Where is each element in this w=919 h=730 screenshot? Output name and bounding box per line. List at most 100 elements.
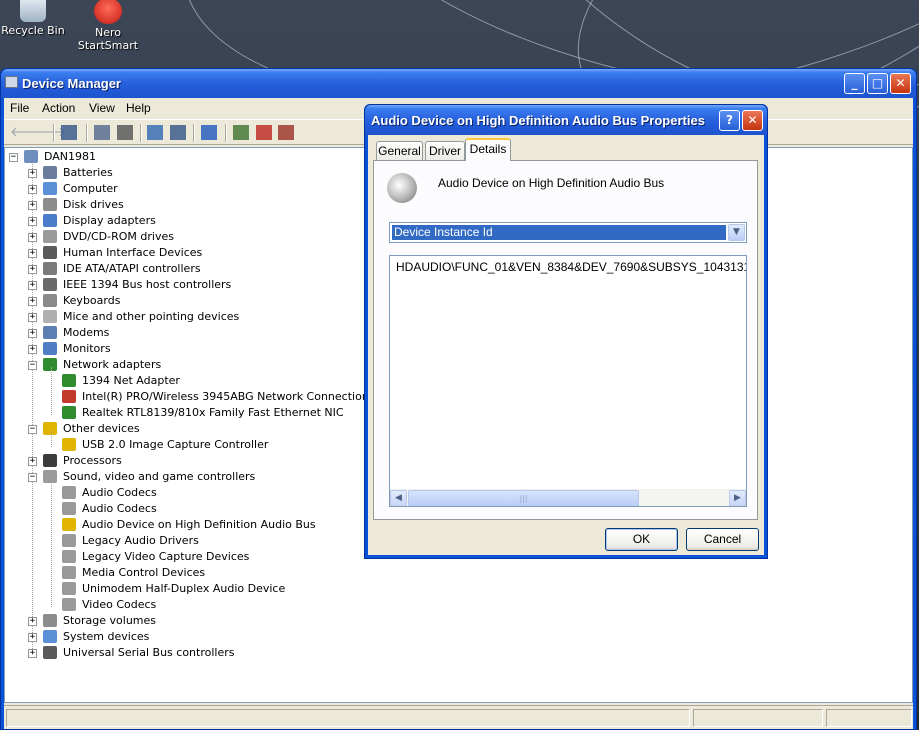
desktop-icon-label: Recycle Bin — [1, 24, 65, 37]
expand-icon[interactable]: + — [28, 265, 37, 274]
tree-item-label: Realtek RTL8139/810x Family Fast Etherne… — [82, 406, 344, 419]
speaker-icon — [62, 534, 76, 547]
status-cell — [826, 709, 912, 727]
expand-icon[interactable]: + — [28, 201, 37, 210]
expand-icon[interactable]: + — [28, 169, 37, 178]
status-bar — [4, 705, 913, 729]
tree-item[interactable]: + Universal Serial Bus controllers — [5, 645, 912, 661]
expand-icon[interactable]: + — [28, 617, 37, 626]
monitor-icon — [43, 342, 57, 355]
horizontal-scrollbar[interactable]: ◀ ||| ▶ — [390, 489, 746, 506]
chevron-down-icon[interactable]: ▼ — [728, 224, 745, 241]
disable-icon[interactable] — [278, 125, 294, 140]
dialog-close-button[interactable]: ✕ — [742, 110, 763, 131]
maximize-icon: □ — [871, 76, 884, 90]
unknown-device-icon — [43, 422, 57, 435]
usb-icon — [43, 646, 57, 659]
modem-icon — [43, 326, 57, 339]
help-icon[interactable] — [147, 125, 163, 140]
menu-help[interactable]: Help — [126, 101, 151, 115]
show-hide-tree-icon[interactable] — [61, 125, 77, 140]
tree-item-label: 1394 Net Adapter — [82, 374, 180, 387]
expand-icon[interactable]: + — [28, 345, 37, 354]
tree-item[interactable]: Unimodem Half-Duplex Audio Device — [5, 581, 912, 597]
tree-item-label: Sound, video and game controllers — [63, 470, 256, 483]
property-selected: Device Instance Id — [392, 225, 726, 240]
minimize-button[interactable]: _ — [844, 73, 865, 94]
expand-icon[interactable]: + — [28, 297, 37, 306]
recycle-bin-icon — [20, 0, 46, 22]
tree-item-label: Processors — [63, 454, 122, 467]
scroll-left-icon[interactable]: ◀ — [390, 490, 407, 506]
collapse-icon[interactable]: − — [28, 361, 37, 370]
property-dropdown[interactable]: Device Instance Id ▼ — [389, 222, 747, 243]
expand-icon[interactable]: + — [28, 217, 37, 226]
cancel-button[interactable]: Cancel — [686, 528, 759, 551]
scroll-right-icon[interactable]: ▶ — [729, 490, 746, 506]
toolbar-separator — [86, 124, 88, 142]
menu-action[interactable]: Action — [42, 101, 75, 115]
show-hide-console-icon[interactable] — [170, 125, 186, 140]
desktop-icon-nero[interactable]: Nero StartSmart — [73, 0, 143, 52]
menu-view[interactable]: View — [89, 101, 115, 115]
tree-item-label: DAN1981 — [44, 150, 97, 163]
collapse-icon[interactable]: − — [28, 425, 37, 434]
properties-icon[interactable] — [94, 125, 110, 140]
uninstall-icon[interactable] — [256, 125, 272, 140]
menu-file[interactable]: File — [10, 101, 29, 115]
expand-icon[interactable]: + — [28, 457, 37, 466]
network-card-icon — [62, 374, 76, 387]
sound-icon — [43, 470, 57, 483]
tree-item[interactable]: + System devices — [5, 629, 912, 645]
tree-item-label: Monitors — [63, 342, 111, 355]
battery-icon — [43, 166, 57, 179]
expand-icon[interactable]: + — [28, 633, 37, 642]
collapse-icon[interactable]: − — [28, 473, 37, 482]
expand-icon[interactable]: + — [28, 249, 37, 258]
tree-item-label: Unimodem Half-Duplex Audio Device — [82, 582, 286, 595]
computer-icon[interactable] — [201, 125, 217, 140]
device-manager-icon — [5, 76, 18, 88]
display-adapter-icon — [43, 214, 57, 227]
tree-item-label: Network adapters — [63, 358, 162, 371]
expand-icon[interactable]: + — [28, 649, 37, 658]
collapse-icon[interactable]: − — [9, 153, 18, 162]
expand-icon[interactable]: + — [28, 281, 37, 290]
tab-general[interactable]: General — [376, 141, 423, 160]
scrollbar-thumb[interactable]: ||| — [408, 490, 639, 506]
expand-icon[interactable]: + — [28, 185, 37, 194]
tree-item[interactable]: Media Control Devices — [5, 565, 912, 581]
status-cell — [693, 709, 823, 727]
dialog-title-bar[interactable]: Audio Device on High Definition Audio Bu… — [365, 105, 767, 135]
property-value-list[interactable]: HDAUDIO\FUNC_01&VEN_8384&DEV_7690&SUBSYS… — [389, 255, 747, 507]
minimize-icon: _ — [851, 76, 858, 90]
close-button[interactable]: ✕ — [890, 73, 911, 94]
print-icon[interactable] — [117, 125, 133, 140]
desktop-icon-recycle-bin[interactable]: Recycle Bin — [0, 0, 68, 37]
ok-button[interactable]: OK — [605, 528, 678, 551]
expand-icon[interactable]: + — [28, 329, 37, 338]
tree-item[interactable]: Video Codecs — [5, 597, 912, 613]
expand-icon[interactable]: + — [28, 233, 37, 242]
nero-icon — [94, 0, 122, 24]
maximize-button[interactable]: □ — [867, 73, 888, 94]
help-button[interactable]: ? — [719, 110, 740, 131]
expand-icon[interactable]: + — [28, 313, 37, 322]
help-icon: ? — [726, 113, 733, 127]
forward-icon[interactable]: 🡒 — [31, 125, 66, 140]
tree-item-label: USB 2.0 Image Capture Controller — [82, 438, 269, 451]
tab-details[interactable]: Details — [465, 138, 511, 161]
scan-hardware-icon[interactable] — [233, 125, 249, 140]
tab-driver[interactable]: Driver — [425, 141, 465, 160]
network-adapter-icon — [43, 358, 57, 371]
tree-item-label: Keyboards — [63, 294, 121, 307]
toolbar-separator — [53, 124, 55, 142]
property-value[interactable]: HDAUDIO\FUNC_01&VEN_8384&DEV_7690&SUBSYS… — [396, 260, 746, 274]
tree-item-label: Legacy Video Capture Devices — [82, 550, 250, 563]
title-bar[interactable]: Device Manager _ □ ✕ — [1, 69, 916, 98]
keyboard-icon — [43, 294, 57, 307]
tree-item[interactable]: + Storage volumes — [5, 613, 912, 629]
properties-dialog: Audio Device on High Definition Audio Bu… — [364, 104, 768, 559]
back-icon[interactable]: 🡐 — [10, 125, 45, 140]
tree-guide-line — [51, 367, 52, 415]
